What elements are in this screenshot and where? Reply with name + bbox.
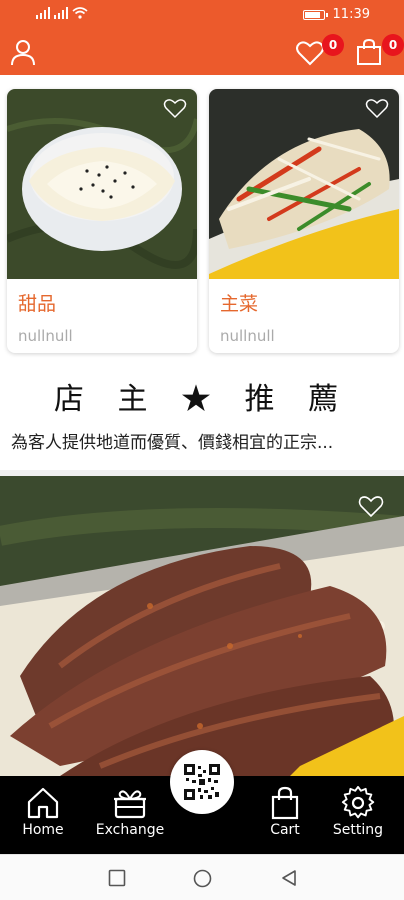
favorite-heart-icon[interactable] xyxy=(358,494,384,518)
user-icon[interactable] xyxy=(10,38,36,66)
tab-home[interactable]: Home xyxy=(3,786,83,838)
recents-square-icon[interactable] xyxy=(108,869,126,887)
featured-product-image[interactable] xyxy=(0,476,404,776)
shopping-bag-icon[interactable] xyxy=(356,38,382,66)
product-price: nullnull xyxy=(18,327,73,345)
home-circle-icon[interactable] xyxy=(193,869,212,888)
tab-exchange[interactable]: Exchange xyxy=(90,786,170,838)
product-name: 甜品 xyxy=(18,293,57,315)
system-navigation-bar xyxy=(0,854,404,900)
gift-box-icon xyxy=(114,790,146,819)
qr-code-icon xyxy=(184,764,220,800)
product-card-main-dish[interactable]: 主菜 nullnull xyxy=(209,89,399,353)
wishlist-heart-icon[interactable] xyxy=(296,40,324,66)
wishlist-count-badge: 0 xyxy=(322,34,344,56)
featured-dish-photo xyxy=(0,476,404,776)
sim2-signal-icon xyxy=(54,7,68,19)
tab-home-label: Home xyxy=(22,822,64,838)
product-card-dessert[interactable]: 甜品 nullnull xyxy=(7,89,197,353)
clock: 11:39 xyxy=(332,7,370,22)
gear-icon xyxy=(341,786,375,819)
shopping-bag-icon xyxy=(271,786,299,820)
battery-icon xyxy=(302,9,328,20)
recommend-title: 店 主 ★ 推 薦 xyxy=(53,382,351,417)
tab-cart-label: Cart xyxy=(270,822,300,838)
tab-cart[interactable]: Cart xyxy=(245,786,325,838)
tab-setting[interactable]: Setting xyxy=(318,786,398,838)
signal-indicators xyxy=(36,7,88,19)
back-triangle-icon[interactable] xyxy=(280,869,298,887)
recommend-description: 為客人提供地道而優質、價錢相宜的正宗... xyxy=(11,433,334,453)
wifi-icon xyxy=(72,7,88,19)
favorite-heart-icon[interactable] xyxy=(365,97,389,119)
product-price: nullnull xyxy=(220,327,275,345)
home-icon xyxy=(27,787,59,819)
tab-exchange-label: Exchange xyxy=(95,822,165,838)
favorite-heart-icon[interactable] xyxy=(163,97,187,119)
tab-setting-label: Setting xyxy=(332,822,384,838)
app-header: 0 0 xyxy=(0,30,404,75)
cart-count-badge: 0 xyxy=(382,34,404,56)
qr-code-button[interactable] xyxy=(170,750,234,814)
product-name: 主菜 xyxy=(220,293,259,315)
sim-signal-icon xyxy=(36,7,50,19)
status-bar: 11:39 xyxy=(0,0,404,30)
